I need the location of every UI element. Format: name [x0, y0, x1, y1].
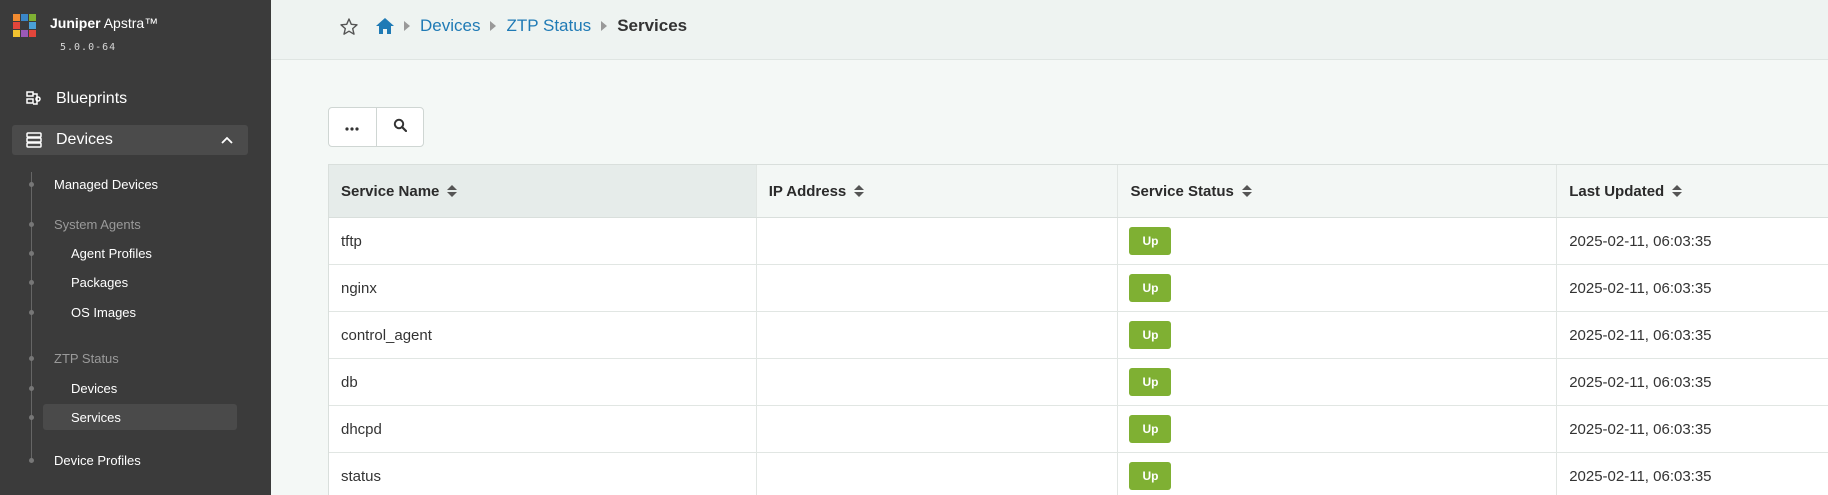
sidebar-item-label: Packages	[71, 274, 129, 290]
cell-last-updated: 2025-02-11, 06:03:35	[1569, 279, 1712, 297]
cell-last-updated: 2025-02-11, 06:03:35	[1569, 232, 1712, 250]
cell-last-updated: 2025-02-11, 06:03:35	[1569, 420, 1712, 438]
cell-service-name: nginx	[329, 265, 757, 311]
table-row: status Up 2025-02-11, 06:03:35	[329, 453, 1828, 495]
column-header-service-status[interactable]: Service Status	[1118, 165, 1558, 217]
table-toolbar	[328, 107, 424, 147]
page-header: Devices ZTP Status Services	[271, 0, 1828, 60]
sidebar-item-ztp-services[interactable]: Services	[29, 404, 121, 430]
cell-service-name: tftp	[329, 218, 757, 264]
search-icon	[393, 118, 408, 137]
status-badge: Up	[1129, 462, 1172, 490]
cell-last-updated: 2025-02-11, 06:03:35	[1569, 326, 1712, 344]
ellipsis-icon	[345, 118, 360, 136]
sidebar-item-label: Agent Profiles	[71, 245, 152, 261]
sidebar-item-devices[interactable]: Devices	[12, 125, 248, 155]
breadcrumb-current: Services	[617, 16, 688, 35]
breadcrumb-ztp-status[interactable]: ZTP Status	[506, 16, 591, 36]
sidebar-item-label: OS Images	[71, 304, 137, 320]
sidebar-item-label: Services	[71, 409, 121, 425]
sidebar-item-agent-profiles[interactable]: Agent Profiles	[29, 240, 152, 266]
more-actions-button[interactable]	[329, 108, 376, 146]
table-row: db Up 2025-02-11, 06:03:35	[329, 359, 1828, 406]
cell-ip-address	[757, 312, 1119, 358]
sidebar: Juniper Apstra™ 5.0.0-64 Blueprints Devi…	[0, 0, 271, 495]
brand[interactable]: Juniper Apstra™ 5.0.0-64	[13, 13, 158, 53]
cell-service-status: Up	[1118, 265, 1558, 311]
cell-service-name: db	[329, 359, 757, 405]
sidebar-group-label: ZTP Status	[54, 350, 119, 366]
cell-ip-address	[757, 218, 1119, 264]
cell-service-status: Up	[1118, 406, 1558, 452]
brand-name: Juniper Apstra™	[50, 15, 159, 31]
cell-ip-address	[757, 265, 1119, 311]
chevron-up-icon[interactable]	[220, 133, 234, 147]
cell-service-status: Up	[1118, 218, 1558, 264]
table-row: tftp Up 2025-02-11, 06:03:35	[329, 218, 1828, 265]
cell-service-name: dhcpd	[329, 406, 757, 452]
sidebar-group-ztp-status[interactable]: ZTP Status	[29, 345, 119, 371]
sidebar-item-os-images[interactable]: OS Images	[29, 299, 137, 325]
sidebar-item-managed-devices[interactable]: Managed Devices	[29, 171, 159, 197]
cell-ip-address	[757, 453, 1119, 495]
cell-service-status: Up	[1118, 312, 1558, 358]
column-header-service-name[interactable]: Service Name	[329, 165, 757, 217]
cell-ip-address	[757, 406, 1119, 452]
table-row: control_agent Up 2025-02-11, 06:03:35	[329, 312, 1828, 359]
devices-icon	[24, 130, 44, 150]
status-badge: Up	[1129, 321, 1172, 349]
sidebar-item-label: Managed Devices	[54, 176, 159, 192]
sort-icon	[854, 185, 865, 197]
services-table: Service Name IP Address Service Status L…	[328, 164, 1828, 495]
cell-service-status: Up	[1118, 453, 1558, 495]
cell-service-status: Up	[1118, 359, 1558, 405]
sort-icon	[1241, 185, 1252, 197]
table-row: dhcpd Up 2025-02-11, 06:03:35	[329, 406, 1828, 453]
cell-ip-address	[757, 359, 1119, 405]
blueprints-icon	[24, 89, 44, 109]
home-icon[interactable]	[374, 15, 396, 37]
sort-icon	[447, 185, 458, 197]
star-icon[interactable]	[339, 17, 359, 37]
status-badge: Up	[1129, 415, 1172, 443]
breadcrumb: Devices ZTP Status Services	[404, 16, 687, 36]
search-button[interactable]	[375, 108, 423, 146]
sidebar-item-label: Blueprints	[56, 90, 128, 107]
sidebar-item-label: Devices	[56, 131, 113, 148]
status-badge: Up	[1129, 274, 1172, 302]
status-badge: Up	[1129, 368, 1172, 396]
app-version: 5.0.0-64	[60, 42, 117, 53]
sidebar-item-ztp-devices[interactable]: Devices	[29, 375, 118, 401]
sort-icon	[1672, 185, 1683, 197]
cell-service-name: control_agent	[329, 312, 757, 358]
sidebar-group-label: System Agents	[54, 216, 141, 232]
breadcrumb-devices[interactable]: Devices	[420, 16, 480, 36]
status-badge: Up	[1129, 227, 1172, 255]
juniper-logo-icon	[13, 14, 36, 37]
table-header-row: Service Name IP Address Service Status L…	[329, 165, 1828, 218]
cell-last-updated: 2025-02-11, 06:03:35	[1569, 467, 1712, 485]
sidebar-item-label: Device Profiles	[54, 452, 141, 468]
column-header-last-updated[interactable]: Last Updated	[1557, 165, 1828, 217]
sidebar-group-system-agents[interactable]: System Agents	[29, 211, 141, 237]
table-row: nginx Up 2025-02-11, 06:03:35	[329, 265, 1828, 312]
sidebar-item-packages[interactable]: Packages	[29, 269, 129, 295]
column-header-ip-address[interactable]: IP Address	[757, 165, 1119, 217]
sidebar-item-blueprints[interactable]: Blueprints	[12, 84, 248, 114]
cell-service-name: status	[329, 453, 757, 495]
sidebar-item-label: Devices	[71, 380, 118, 396]
cell-last-updated: 2025-02-11, 06:03:35	[1569, 373, 1712, 391]
sidebar-item-device-profiles[interactable]: Device Profiles	[29, 447, 141, 473]
